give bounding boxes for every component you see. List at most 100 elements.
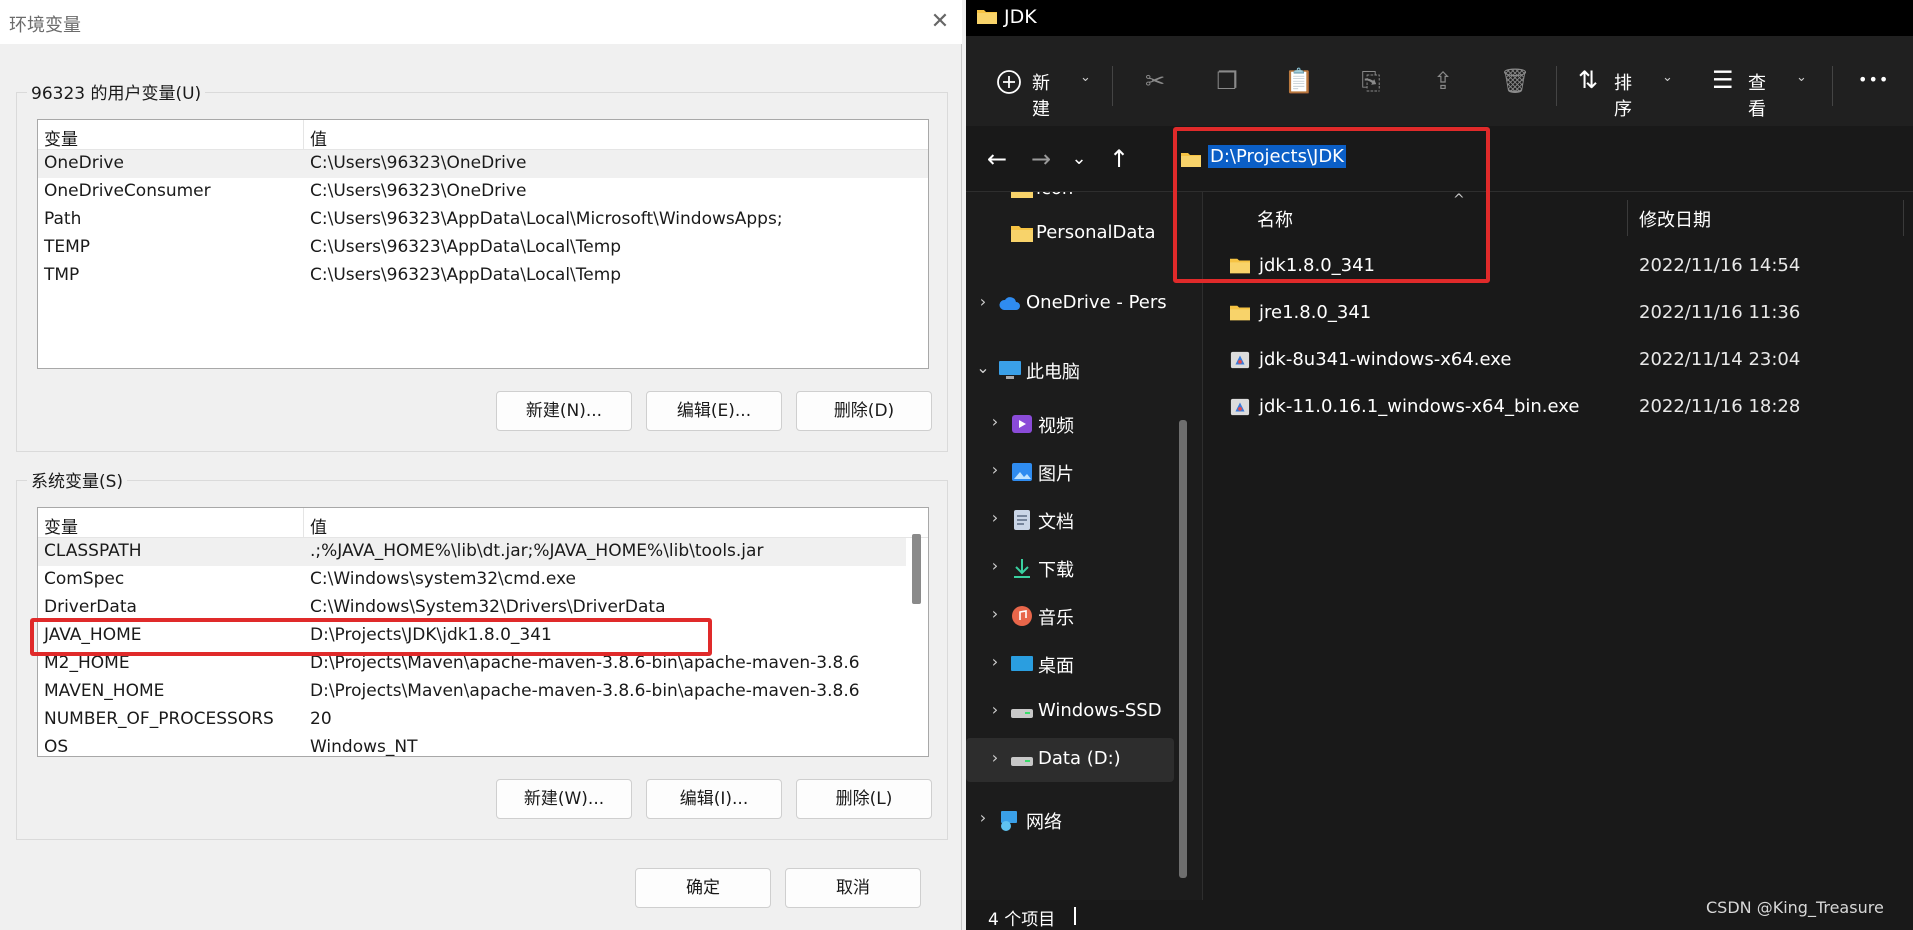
nav-item[interactable]: › 网络 <box>966 798 1174 842</box>
column-header-date[interactable]: 修改日期 <box>1639 206 1711 232</box>
nav-item-label: 此电脑 <box>1026 362 1080 383</box>
file-row[interactable]: jdk1.8.0_341 2022/11/16 14:54 <box>1203 244 1913 290</box>
var-value: .;%JAVA_HOME%\lib\dt.jar;%JAVA_HOME%\lib… <box>310 541 764 561</box>
nav-item[interactable]: › 文档 <box>966 498 1174 542</box>
nav-item[interactable]: › 视频 <box>966 402 1174 446</box>
table-row[interactable]: Path C:\Users\96323\AppData\Local\Microso… <box>38 206 928 234</box>
table-row[interactable]: TEMP C:\Users\96323\AppData\Local\Temp <box>38 234 928 262</box>
nav-item[interactable]: PersonalData <box>966 212 1174 256</box>
chevron-down-icon: ⌄ <box>1662 70 1673 85</box>
paste-icon[interactable]: 📋 <box>1284 66 1314 96</box>
copy-icon[interactable]: ❐ <box>1212 66 1242 96</box>
chevron-right-icon[interactable]: › <box>974 292 992 311</box>
table-row[interactable]: DriverData C:\Windows\System32\Drivers\Dr… <box>38 594 928 622</box>
nav-item[interactable]: › 桌面 <box>966 642 1174 686</box>
chevron-right-icon[interactable]: › <box>986 412 1004 431</box>
close-icon[interactable]: ✕ <box>926 8 954 36</box>
user-new-button[interactable]: 新建(N)... <box>496 391 632 431</box>
address-bar-input[interactable]: D:\Projects\JDK <box>1208 145 1346 168</box>
user-delete-button[interactable]: 删除(D) <box>796 391 932 431</box>
nav-item[interactable]: icon <box>966 192 1174 212</box>
recent-chevron-icon[interactable]: ⌄ <box>1062 142 1096 176</box>
dialog-titlebar: 环境变量 ✕ <box>0 0 962 44</box>
column-header-name[interactable]: 名称 <box>1257 206 1293 232</box>
var-name: OneDriveConsumer <box>44 181 211 201</box>
more-icon[interactable]: ••• <box>1858 70 1889 104</box>
nav-item-label: 下载 <box>1038 560 1074 581</box>
navigation-bar: ← → ⌄ ↑ D:\Projects\JDK <box>966 126 1913 192</box>
user-vars-list[interactable]: 变量 值 OneDrive C:\Users\96323\OneDrive One… <box>37 119 929 369</box>
user-edit-button[interactable]: 编辑(E)... <box>646 391 782 431</box>
column-divider[interactable] <box>303 508 304 538</box>
nav-item-label: icon <box>1036 192 1073 199</box>
table-row[interactable]: OS Windows_NT <box>38 734 928 756</box>
column-header-variable[interactable]: 变量 <box>44 513 78 538</box>
document-icon <box>1014 510 1030 530</box>
watermark: CSDN @King_Treasure <box>1706 898 1884 917</box>
chevron-right-icon[interactable]: › <box>986 508 1004 527</box>
nav-item[interactable]: › Windows-SSD <box>966 690 1174 734</box>
var-name: CLASSPATH <box>44 541 142 561</box>
command-bar: 新建 ⌄ ✂ ❐ 📋 ⎘ ⇪ 🗑 ⇅ 排序 ⌄ ☰ 查看 ⌄ ••• <box>966 36 1913 126</box>
share-icon[interactable]: ⇪ <box>1428 66 1458 96</box>
delete-icon[interactable]: 🗑 <box>1500 66 1530 96</box>
system-vars-list[interactable]: 变量 值 CLASSPATH .;%JAVA_HOME%\lib\dt.jar;%… <box>37 507 929 757</box>
file-explorer-window: JDK 新建 ⌄ ✂ ❐ 📋 ⎘ ⇪ 🗑 ⇅ 排序 ⌄ ☰ 查看 ⌄ ••• ←… <box>966 0 1913 930</box>
var-name: ComSpec <box>44 569 125 589</box>
chevron-right-icon[interactable]: › <box>986 748 1004 767</box>
var-name: TEMP <box>44 237 91 257</box>
chevron-right-icon[interactable]: › <box>986 604 1004 623</box>
file-row[interactable]: jdk-11.0.16.1_windows-x64_bin.exe 2022/11… <box>1203 385 1913 431</box>
navigation-pane: iconPersonalData›OneDrive - Pers⌄此电脑›视频›… <box>966 192 1186 900</box>
file-row[interactable]: jdk-8u341-windows-x64.exe 2022/11/14 23:0… <box>1203 338 1913 384</box>
system-edit-button[interactable]: 编辑(I)... <box>646 779 782 819</box>
ok-button[interactable]: 确定 <box>635 868 771 908</box>
cut-icon[interactable]: ✂ <box>1140 66 1170 96</box>
table-row[interactable]: TMP C:\Users\96323\AppData\Local\Temp <box>38 262 928 290</box>
nav-item[interactable]: ⌄ 此电脑 <box>966 348 1174 392</box>
chevron-right-icon[interactable]: › <box>986 460 1004 479</box>
file-row[interactable]: jre1.8.0_341 2022/11/16 11:36 <box>1203 291 1913 337</box>
nav-item-label: Data (D:) <box>1038 748 1121 769</box>
nav-item[interactable]: › 下载 <box>966 546 1174 590</box>
table-row[interactable]: M2_HOME D:\Projects\Maven\apache-maven-3.… <box>38 650 928 678</box>
column-header-value[interactable]: 值 <box>310 125 327 150</box>
nav-item[interactable]: › Data (D:) <box>966 738 1174 782</box>
table-row[interactable]: MAVEN_HOME D:\Projects\Maven\apache-maven… <box>38 678 928 706</box>
table-row[interactable]: ComSpec C:\Windows\system32\cmd.exe <box>38 566 928 594</box>
up-arrow-icon[interactable]: ↑ <box>1102 142 1136 176</box>
chevron-down-icon[interactable]: ⌄ <box>974 358 992 377</box>
table-row[interactable]: NUMBER_OF_PROCESSORS 20 <box>38 706 928 734</box>
nav-pane-scrollbar[interactable] <box>1179 420 1187 878</box>
table-row[interactable]: JAVA_HOME D:\Projects\JDK\jdk1.8.0_341 <box>38 622 928 650</box>
column-divider[interactable] <box>303 120 304 150</box>
nav-item[interactable]: › 音乐 <box>966 594 1174 638</box>
column-divider[interactable] <box>1627 200 1628 236</box>
download-icon <box>1014 559 1030 578</box>
column-header-value[interactable]: 值 <box>310 513 327 538</box>
rename-icon[interactable]: ⎘ <box>1356 66 1386 96</box>
nav-item[interactable]: › OneDrive - Pers <box>966 282 1174 326</box>
table-row[interactable]: OneDrive C:\Users\96323\OneDrive <box>38 150 928 178</box>
back-arrow-icon[interactable]: ← <box>980 142 1014 176</box>
chevron-right-icon[interactable]: › <box>986 700 1004 719</box>
network-icon <box>1001 811 1017 831</box>
new-label: 新建 <box>1032 73 1050 120</box>
chevron-right-icon[interactable]: › <box>974 808 992 827</box>
system-vars-rows: CLASSPATH .;%JAVA_HOME%\lib\dt.jar;%JAVA_… <box>38 538 928 756</box>
cancel-button[interactable]: 取消 <box>785 868 921 908</box>
forward-arrow-icon[interactable]: → <box>1024 142 1058 176</box>
chevron-right-icon[interactable]: › <box>986 652 1004 671</box>
nav-item[interactable]: › 图片 <box>966 450 1174 494</box>
chevron-right-icon[interactable]: › <box>986 556 1004 575</box>
column-divider[interactable] <box>1903 200 1904 236</box>
scrollbar-thumb[interactable] <box>912 534 921 604</box>
table-row[interactable]: OneDriveConsumer C:\Users\96323\OneDrive <box>38 178 928 206</box>
drive-icon <box>1011 757 1033 766</box>
column-header-variable[interactable]: 变量 <box>44 125 78 150</box>
var-name: NUMBER_OF_PROCESSORS <box>44 709 274 729</box>
table-row[interactable]: CLASSPATH .;%JAVA_HOME%\lib\dt.jar;%JAVA_… <box>38 538 928 566</box>
system-new-button[interactable]: 新建(W)... <box>496 779 632 819</box>
nav-item-label: 文档 <box>1038 512 1074 533</box>
system-delete-button[interactable]: 删除(L) <box>796 779 932 819</box>
